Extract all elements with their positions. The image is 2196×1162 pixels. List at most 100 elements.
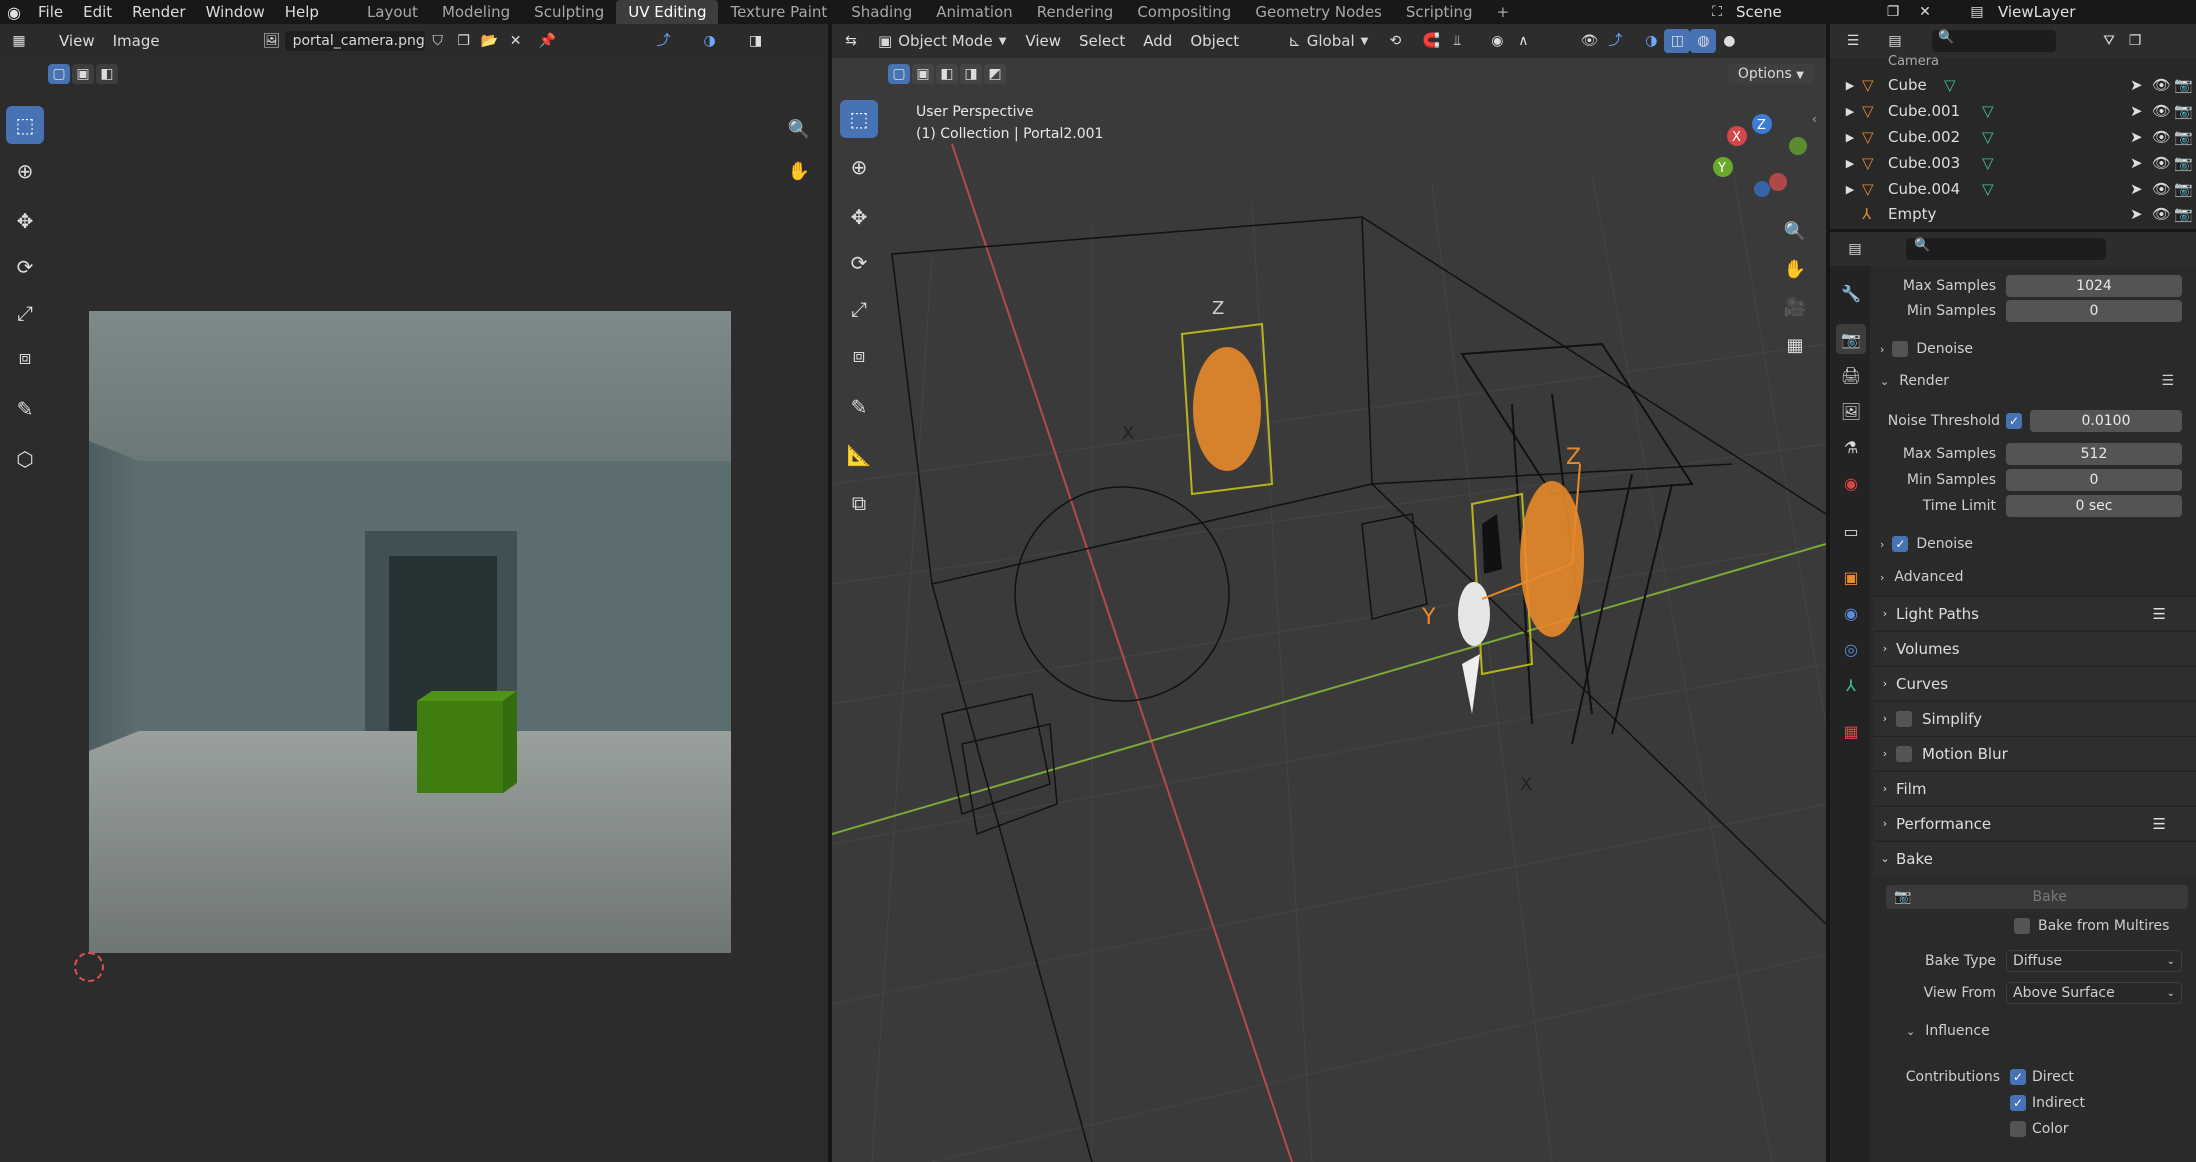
portal-object-1[interactable]: Z X [1122, 298, 1274, 496]
camera-render-icon[interactable]: 📷 [2174, 102, 2196, 120]
fake-user-icon[interactable]: ⛉ [425, 29, 451, 53]
camera-render-icon[interactable]: 📷 [2174, 154, 2196, 172]
collection-tab-icon[interactable]: ▭ [1836, 516, 1866, 546]
expand-arrow-icon[interactable]: ▶ [1838, 105, 1862, 118]
expand-arrow-icon[interactable]: › [1880, 571, 1884, 584]
denoise-viewport-checkbox[interactable] [1892, 341, 1909, 357]
new-collection-icon[interactable]: ❐ [2122, 29, 2148, 53]
collapse-arrow-icon[interactable]: ⌄ [1906, 1025, 1915, 1038]
uv-sync-icon[interactable]: ⤴ [651, 29, 677, 53]
image-editor-view-menu[interactable]: View [50, 32, 104, 50]
render-max-samples-field[interactable]: 512 [2006, 443, 2182, 465]
outliner-editor-type-icon[interactable]: ☰ [1840, 29, 1866, 53]
pan-hand-icon[interactable]: ✋ [780, 152, 818, 190]
tab-uv-editing[interactable]: UV Editing [616, 0, 719, 24]
add-workspace-button[interactable]: + [1485, 0, 1522, 24]
vp-collapse-arrow-icon[interactable]: ‹ [1812, 112, 1817, 126]
expand-arrow-icon[interactable]: ▶ [1838, 157, 1862, 170]
camera-render-icon[interactable]: 📷 [2174, 180, 2196, 198]
tab-scripting[interactable]: Scripting [1394, 0, 1485, 24]
direct-checkbox[interactable]: ✓ [2010, 1069, 2026, 1085]
collapse-arrow-icon[interactable]: ⌄ [1880, 375, 1889, 388]
rotate-tool[interactable]: ⟳ [6, 248, 44, 286]
tab-compositing[interactable]: Compositing [1125, 0, 1243, 24]
2d-cursor-icon[interactable] [74, 952, 104, 982]
tab-shading[interactable]: Shading [839, 0, 924, 24]
simplify-checkbox[interactable] [1896, 710, 1912, 727]
bake-type-dropdown[interactable]: Diffuse ⌄ [2006, 950, 2182, 972]
tool-tab-icon[interactable]: 🔧 [1836, 278, 1866, 308]
section-light-paths[interactable]: › Light Paths ☰ [1874, 596, 2196, 630]
blender-logo-icon[interactable]: ◉ [0, 3, 28, 22]
vp-rotate-tool[interactable]: ⟳ [840, 244, 878, 282]
section-bake[interactable]: ⌄ Bake [1874, 841, 2196, 875]
section-film[interactable]: › Film [1874, 771, 2196, 805]
texture-tab-icon[interactable]: ▦ [1836, 716, 1866, 746]
select-toggle-icon[interactable]: ➤ [2130, 102, 2152, 120]
expand-arrow-icon[interactable]: › [1874, 817, 1896, 830]
eye-icon[interactable]: 👁 [2152, 154, 2174, 172]
move-tool[interactable]: ✥ [6, 202, 44, 240]
render-tab-icon[interactable]: 📷 [1836, 324, 1866, 354]
expand-arrow-icon[interactable]: › [1880, 538, 1884, 551]
overlay-icon[interactable]: ◑ [697, 29, 723, 53]
vp-scale-tool[interactable]: ⤢ [840, 290, 878, 328]
vp-zoom-icon[interactable]: 🔍 [1776, 212, 1814, 250]
denoise-viewport-row[interactable]: › Denoise [1880, 341, 2196, 357]
vp-select-box-tool[interactable]: ⬚ [840, 100, 878, 138]
object-tab-icon[interactable]: ▣ [1836, 562, 1866, 592]
vp-move-tool[interactable]: ✥ [840, 198, 878, 236]
outliner-row-cube-001[interactable]: ▶ ▽ Cube.001 ▽ ➤ 👁 📷 [1838, 98, 2196, 124]
select-new-icon[interactable]: ▢ [48, 64, 70, 84]
advanced-row[interactable]: › Advanced [1880, 569, 2196, 585]
view-layer-tab-icon[interactable]: 🖼 [1836, 396, 1866, 426]
expand-arrow-icon[interactable]: ▶ [1838, 79, 1862, 92]
tab-modeling[interactable]: Modeling [430, 0, 522, 24]
expand-arrow-icon[interactable]: ▶ [1838, 131, 1862, 144]
view-layer-selector[interactable]: ▤ ViewLayer [1964, 0, 2075, 24]
expand-arrow-icon[interactable]: › [1880, 343, 1884, 356]
display-channels-icon[interactable]: ◨ [743, 29, 769, 53]
eye-icon[interactable]: 👁 [2152, 128, 2174, 146]
expand-arrow-icon[interactable]: › [1874, 747, 1896, 760]
vp-camera-view-icon[interactable]: 🎥 [1776, 288, 1814, 326]
constraints-tab-icon[interactable]: ⅄ [1836, 670, 1866, 700]
copy-scene-icon[interactable]: ❐ [1880, 0, 1906, 24]
camera-render-icon[interactable]: 📷 [2174, 76, 2196, 94]
collapse-arrow-icon[interactable]: ⌄ [1874, 852, 1896, 865]
image-name-field[interactable]: portal_camera.png [284, 31, 425, 51]
image-browse-icon[interactable]: 🖼 [259, 29, 285, 53]
vp-pan-hand-icon[interactable]: ✋ [1776, 250, 1814, 288]
rip-tool[interactable]: ⬡ [6, 440, 44, 478]
bake-from-multires-row[interactable]: Bake from Multires [2014, 918, 2194, 934]
scene-name[interactable]: Scene [1736, 3, 1782, 21]
tab-geometry-nodes[interactable]: Geometry Nodes [1243, 0, 1394, 24]
outliner-search-field[interactable]: 🔍 [1932, 30, 2056, 52]
motion-blur-checkbox[interactable] [1896, 745, 1912, 762]
view-layer-name[interactable]: ViewLayer [1998, 3, 2075, 21]
editor-type-icon[interactable]: ▦ [6, 29, 32, 53]
denoise-render-checkbox[interactable]: ✓ [1892, 536, 1909, 552]
image-editor-image-menu[interactable]: Image [104, 32, 169, 50]
select-toggle-icon[interactable]: ➤ [2130, 180, 2152, 198]
properties-editor-type-icon[interactable]: ▤ [1842, 237, 1868, 261]
vp-transform-tool[interactable]: ⧈ [840, 336, 878, 374]
expand-arrow-icon[interactable]: ▶ [1838, 183, 1862, 196]
camera-render-icon[interactable]: 📷 [2174, 205, 2196, 223]
menu-edit[interactable]: Edit [73, 0, 122, 24]
remove-scene-icon[interactable]: ✕ [1912, 0, 1938, 24]
expand-arrow-icon[interactable]: › [1874, 712, 1896, 725]
viewport-scene[interactable]: Z X Z Y X Z X Y [832, 24, 1826, 1162]
navigation-gizmo[interactable]: Z X Y [1713, 114, 1807, 197]
section-volumes[interactable]: › Volumes [1874, 631, 2196, 665]
camera-render-icon[interactable]: 📷 [2174, 128, 2196, 146]
menu-help[interactable]: Help [275, 0, 329, 24]
menu-file[interactable]: File [28, 0, 73, 24]
list-menu-icon[interactable]: ☰ [2153, 605, 2166, 623]
list-menu-icon[interactable]: ☰ [2153, 815, 2166, 833]
bake-from-multires-checkbox[interactable] [2014, 918, 2030, 934]
outliner-row-camera[interactable]: Camera [1838, 52, 2196, 70]
denoise-render-row[interactable]: › ✓ Denoise [1880, 536, 2196, 552]
scale-tool[interactable]: ⤢ [6, 294, 44, 332]
eye-icon[interactable]: 👁 [2152, 180, 2174, 198]
